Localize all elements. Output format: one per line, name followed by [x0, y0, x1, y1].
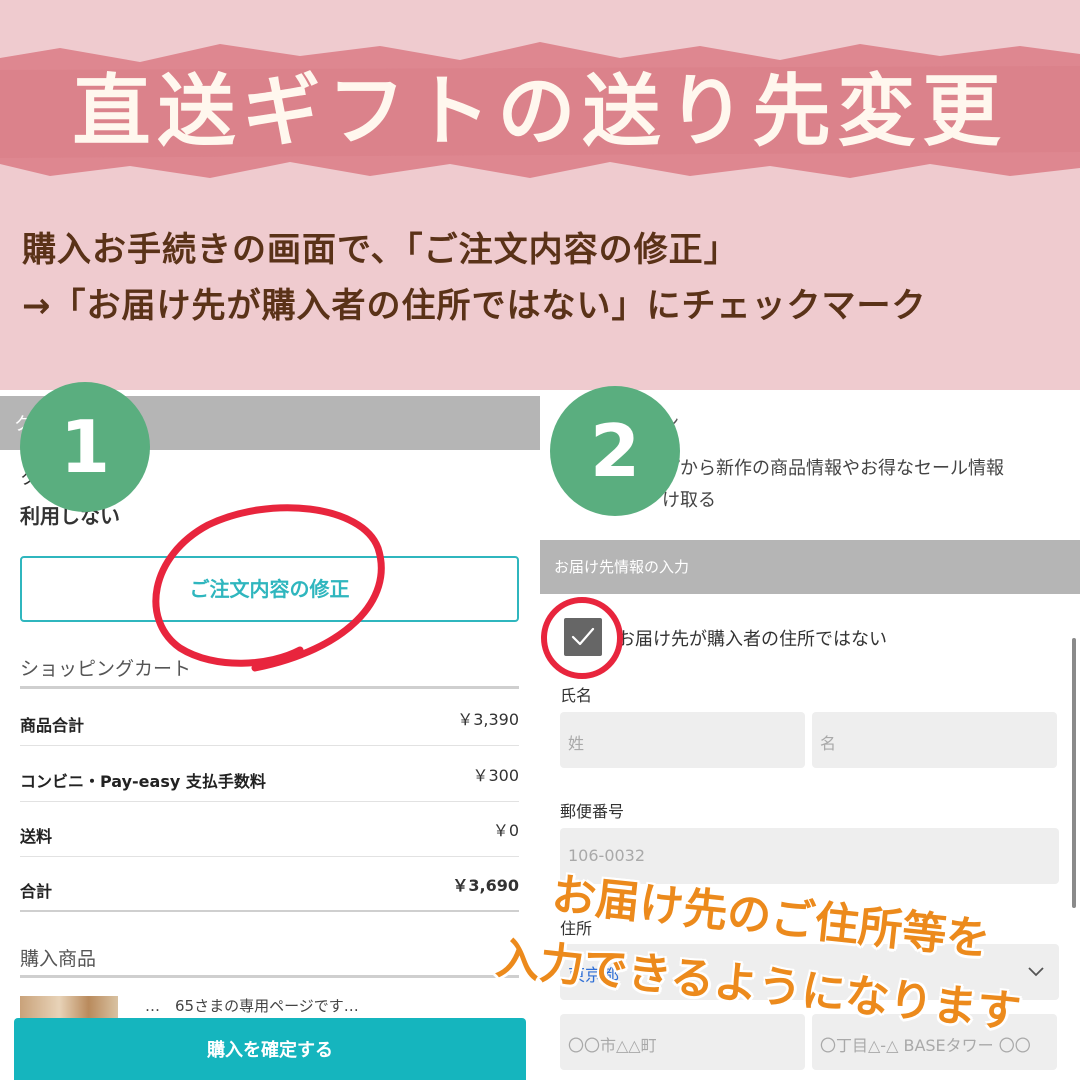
summary-value: ￥3,390: [457, 710, 519, 729]
shipping-section-title: お届け先情報の入力: [554, 558, 690, 576]
instruction-line-1: 購入お手続きの画面で、「ご注文内容の修正」: [22, 230, 739, 270]
instruction-line-2: →「お届け先が購入者の住所ではない」にチェックマーク: [22, 286, 927, 326]
summary-value: ￥3,690: [452, 876, 519, 895]
city-placeholder: 〇〇市△△町: [568, 1036, 657, 1055]
chevron-down-icon: [1028, 967, 1044, 977]
summary-value: ￥0: [492, 821, 519, 840]
first-name-placeholder: 名: [820, 734, 837, 753]
summary-row-shipping: 送料 ￥0: [20, 801, 519, 857]
page-title: 直送ギフトの送り先変更: [72, 67, 1008, 157]
products-heading: 購入商品: [20, 948, 97, 970]
first-name-input[interactable]: 名: [812, 712, 1057, 768]
summary-value: ￥300: [472, 766, 519, 785]
summary-row-total: 合計 ￥3,690: [20, 856, 519, 912]
checkmark-icon: [571, 627, 595, 646]
edit-order-button[interactable]: ご注文内容の修正: [20, 556, 519, 622]
step-1-badge: 1: [20, 382, 150, 512]
newsletter-text: け取る: [662, 490, 716, 511]
divider: [20, 975, 519, 978]
divider: [20, 686, 519, 689]
summary-label: コンビニ・Pay-easy 支払手数料: [20, 772, 266, 791]
confirm-purchase-button[interactable]: 購入を確定する: [14, 1018, 526, 1080]
city-input[interactable]: 〇〇市△△町: [560, 1014, 805, 1070]
step-2-badge: 2: [550, 386, 680, 516]
different-address-label[interactable]: お届け先が購入者の住所ではない: [617, 625, 887, 651]
different-address-checkbox[interactable]: [564, 618, 602, 656]
product-name: … 65さまの専用ページです…: [145, 997, 359, 1015]
summary-row-fee: コンビニ・Pay-easy 支払手数料 ￥300: [20, 746, 519, 802]
name-label: 氏名: [560, 686, 593, 705]
summary-label: 合計: [20, 882, 53, 901]
zip-label: 郵便番号: [560, 802, 625, 821]
summary-label: 送料: [20, 827, 53, 846]
cart-heading: ショッピングカート: [20, 658, 192, 680]
shipping-section-bar: お届け先情報の入力: [540, 540, 1080, 594]
summary-row-subtotal: 商品合計 ￥3,390: [20, 690, 519, 746]
summary-label: 商品合計: [20, 716, 85, 735]
scrollbar[interactable]: [1072, 638, 1076, 908]
newsletter-text: プから新作の商品情報やお得なセール情報: [662, 458, 1004, 479]
last-name-placeholder: 姓: [568, 734, 585, 753]
header: 直送ギフトの送り先変更 購入お手続きの画面で、「ご注文内容の修正」 →「お届け先…: [0, 0, 1080, 390]
last-name-input[interactable]: 姓: [560, 712, 805, 768]
